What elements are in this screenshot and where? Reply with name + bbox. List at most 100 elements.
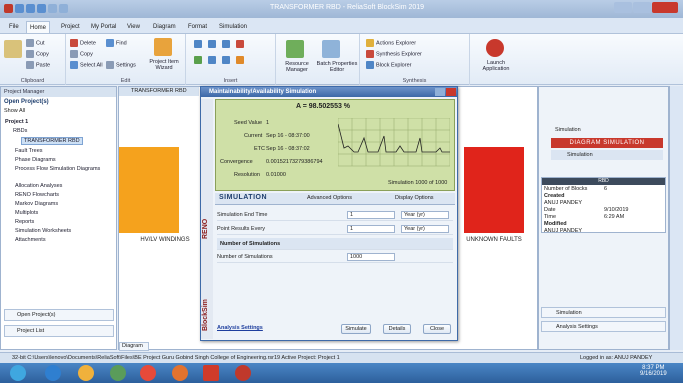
status-bar: 32-bit C:\Users\lenovo\Documents\ReliaSo…	[0, 352, 683, 363]
print-icon[interactable]	[48, 4, 57, 13]
tab-my-portal[interactable]: My Portal	[88, 21, 119, 33]
tree-phase-diagrams[interactable]: Phase Diagrams	[15, 157, 56, 163]
find-button[interactable]: Find	[106, 39, 127, 47]
block-hv-lv-windings[interactable]	[119, 147, 179, 233]
tab-diagram[interactable]: Diagram	[150, 21, 179, 33]
app-icon[interactable]	[4, 4, 13, 13]
seed-label: Seed Value	[234, 120, 263, 126]
block-label-right: UNKNOWN FAULTS	[466, 237, 522, 243]
end-time-input[interactable]: 1	[347, 211, 395, 219]
insert-image-icon[interactable]	[208, 56, 216, 64]
tree-process-flow[interactable]: Process Flow Simulation Diagrams	[15, 166, 110, 172]
copy-edit-button[interactable]: Copy	[70, 50, 93, 58]
insert-container-icon[interactable]	[222, 40, 230, 48]
insert-connector-icon[interactable]	[236, 40, 244, 48]
maximize-button[interactable]	[633, 2, 651, 13]
tree-attachments[interactable]: Attachments	[15, 237, 46, 243]
explorer-icon[interactable]	[78, 365, 94, 381]
insert-block-icon[interactable]	[194, 40, 202, 48]
tree-reports[interactable]: Reports	[15, 219, 34, 225]
open-icon[interactable]	[59, 4, 68, 13]
num-sims-input[interactable]: 1000	[347, 253, 395, 261]
taskbar: 8:37 PM 9/16/2019	[0, 363, 683, 383]
vertical-side-tab[interactable]	[669, 86, 683, 350]
end-time-unit-select[interactable]: Year (yr)	[401, 211, 449, 219]
paste-button[interactable]: Paste	[26, 61, 50, 69]
insert-node-icon[interactable]	[208, 40, 216, 48]
tab-home[interactable]: Home	[26, 21, 51, 33]
analysis-settings-panel-button[interactable]: Analysis Settings	[541, 321, 666, 332]
synthesis-explorer-button[interactable]: Synthesis Explorer	[366, 50, 422, 58]
tree-multiplots[interactable]: Multiplots	[15, 210, 38, 216]
resource-manager-button[interactable]: Resource Manager	[278, 61, 316, 73]
point-results-input[interactable]: 1	[347, 225, 395, 233]
copy-button[interactable]: Copy	[26, 50, 49, 58]
batch-properties-icon[interactable]	[322, 40, 340, 58]
redo-icon[interactable]	[37, 4, 46, 13]
batch-properties-editor-button[interactable]: Batch Properties Editor	[316, 61, 358, 73]
insert-subdiagram-icon[interactable]	[194, 56, 202, 64]
open-projects-button[interactable]: Open Project(s)	[4, 309, 114, 321]
show-all-dropdown[interactable]: Show All	[4, 108, 25, 114]
block-unknown-faults[interactable]	[464, 147, 524, 233]
copy-edit-icon	[70, 50, 78, 58]
insert-shape-icon[interactable]	[236, 56, 244, 64]
point-results-row: Point Results Every 1 Year (yr)	[217, 223, 453, 235]
close-button[interactable]: Close	[423, 324, 451, 334]
project-wizard-icon[interactable]	[154, 38, 172, 56]
rbd-item-selected[interactable]: TRANSFORMER RBD	[21, 137, 83, 145]
close-dialog-button[interactable]	[446, 88, 456, 96]
tree-simulation-worksheets[interactable]: Simulation Worksheets	[15, 228, 71, 234]
chrome-icon[interactable]	[140, 365, 156, 381]
tab-view[interactable]: View	[124, 21, 143, 33]
insert-text-icon[interactable]	[222, 56, 230, 64]
tab-simulation-dialog[interactable]: SIMULATION	[219, 194, 267, 201]
tree-markov-diagrams[interactable]: Markov Diagrams	[15, 201, 58, 207]
details-button[interactable]: Details	[383, 324, 411, 334]
analysis-settings-link[interactable]: Analysis Settings	[217, 325, 263, 331]
start-button[interactable]	[10, 365, 26, 381]
close-window-button[interactable]	[652, 2, 678, 13]
launch-application-icon[interactable]	[486, 39, 504, 57]
delete-button[interactable]: Delete	[70, 39, 96, 47]
rbds-folder[interactable]: RBDs	[13, 128, 27, 134]
project-list-button[interactable]: Project List	[4, 325, 114, 337]
launch-application-button[interactable]: Launch Application	[474, 60, 518, 72]
tab-format[interactable]: Format	[185, 21, 210, 33]
diagram-sheet-tab[interactable]: Diagram	[119, 342, 149, 351]
cut-button[interactable]: Cut	[26, 39, 45, 47]
save-icon[interactable]	[15, 4, 24, 13]
blocksim-taskbar-icon[interactable]	[235, 365, 251, 381]
simulation-list-item[interactable]: Simulation	[551, 150, 663, 160]
simulation-panel-button[interactable]: Simulation	[541, 307, 666, 318]
point-results-label: Point Results Every	[217, 226, 265, 232]
tree-allocation-analyses[interactable]: Allocation Analyses	[15, 183, 62, 189]
select-all-button[interactable]: Select All	[70, 61, 103, 69]
tab-project[interactable]: Project	[58, 21, 83, 33]
select-all-icon	[70, 61, 78, 69]
pdf-icon[interactable]	[203, 365, 219, 381]
tree-reno-flowcharts[interactable]: RENO Flowcharts	[15, 192, 59, 198]
point-results-unit-select[interactable]: Year (yr)	[401, 225, 449, 233]
simulate-button[interactable]: Simulate	[341, 324, 371, 334]
prop-row-0-value: 6	[604, 186, 608, 192]
settings-button[interactable]: Settings	[106, 61, 136, 69]
ie-icon[interactable]	[45, 365, 61, 381]
paste-icon[interactable]	[4, 40, 22, 58]
firefox-icon[interactable]	[172, 365, 188, 381]
tab-file[interactable]: File	[6, 21, 22, 33]
minimize-button[interactable]	[614, 2, 632, 13]
resource-manager-icon[interactable]	[286, 40, 304, 58]
document-tab[interactable]: TRANSFORMER RBD	[119, 87, 199, 96]
help-button[interactable]	[435, 88, 445, 96]
store-icon[interactable]	[110, 365, 126, 381]
tab-display-options[interactable]: Display Options	[395, 195, 434, 201]
undo-icon[interactable]	[26, 4, 35, 13]
block-explorer-button[interactable]: Block Explorer	[366, 61, 411, 69]
project-item-wizard-button[interactable]: Project Item Wizard	[144, 59, 184, 71]
actions-explorer-button[interactable]: Actions Explorer	[366, 39, 416, 47]
tab-simulation[interactable]: Simulation	[216, 21, 250, 33]
tree-fault-trees[interactable]: Fault Trees	[15, 148, 43, 154]
project-node[interactable]: Project 1	[5, 119, 28, 125]
tab-advanced-options[interactable]: Advanced Options	[307, 195, 352, 201]
